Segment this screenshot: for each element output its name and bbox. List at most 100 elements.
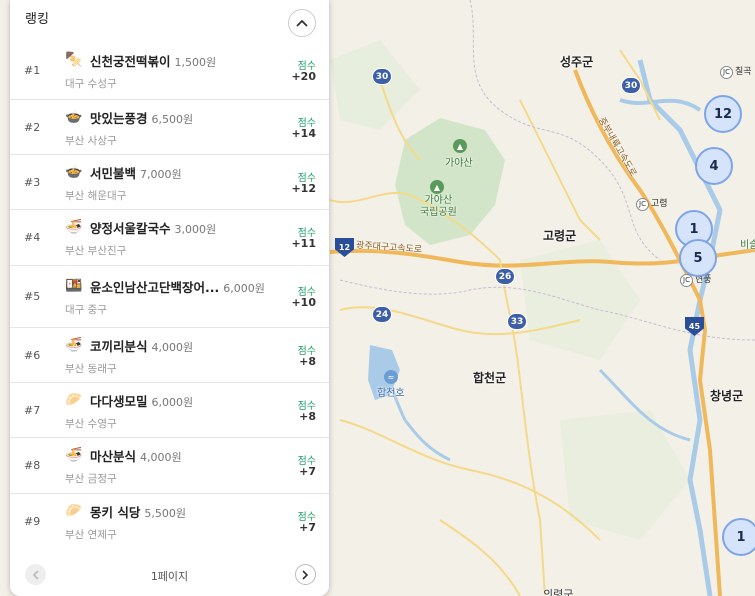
bowl-icon: 🍲 — [65, 164, 83, 180]
ranking-panel: 랭킹 #1 🍢 신천궁전떡볶이 1,500원 대구 수성구 점수 +20 #2 🍲 맛있는풍경 6,… — [10, 0, 329, 596]
map-label-gayasan-park: 가야산 국립공원 — [420, 195, 457, 218]
route-45-label: 45 — [688, 322, 701, 331]
map-cluster-marker[interactable]: 1 — [722, 518, 755, 556]
shop-price: 6,000원 — [223, 282, 265, 295]
shop-price: 1,500원 — [174, 56, 217, 69]
ranking-row[interactable]: #8 🍜 마산분식 4,000원 부산 금정구 점수 +7 — [10, 438, 329, 494]
rank-number: #3 — [24, 176, 41, 189]
noodle-icon: 🍜 — [65, 219, 83, 235]
shop-name-text: 신천궁전떡볶이 — [90, 54, 171, 69]
route-30-shield: 30 — [372, 68, 392, 85]
map-label-gayasan: 가야산 — [445, 158, 473, 169]
rank-number: #7 — [24, 404, 41, 417]
map-cluster-marker[interactable]: 4 — [695, 147, 733, 185]
pagination: 1페이지 — [10, 558, 329, 590]
ranking-row[interactable]: #1 🍢 신천궁전떡볶이 1,500원 대구 수성구 점수 +20 — [10, 42, 329, 100]
score-value: +14 — [291, 127, 316, 140]
score-value: +8 — [299, 410, 316, 423]
score-value: +12 — [291, 182, 316, 195]
route-24-shield: 24 — [372, 306, 392, 323]
ranking-row[interactable]: #3 🍲 서민불백 7,000원 부산 해운대구 점수 +12 — [10, 155, 329, 210]
shop-region: 부산 수영구 — [65, 418, 117, 430]
map-label-seongju: 성주군 — [560, 55, 594, 69]
collapse-button[interactable] — [288, 9, 316, 37]
skewer-icon: 🍢 — [65, 52, 83, 68]
shop-region: 부산 부산진구 — [65, 245, 127, 257]
page-indicator: 1페이지 — [150, 570, 189, 583]
map-label-changnyeong: 창녕군 — [710, 389, 744, 403]
shop-region: 부산 연제구 — [65, 529, 117, 541]
ranking-row[interactable]: #5 🍱 윤소인남산고단백장어... 6,000원 대구 중구 점수 +10 — [10, 266, 329, 328]
route-30-shield: 30 — [621, 77, 641, 94]
lake-icon: ≈ — [384, 370, 398, 384]
ranking-row[interactable]: #6 🍜 코끼리분식 4,000원 부산 동래구 점수 +8 — [10, 328, 329, 383]
rank-number: #6 — [24, 349, 41, 362]
map-label-goryeong: 고령군 — [543, 229, 577, 243]
next-page-button[interactable] — [295, 564, 316, 585]
ranking-row[interactable]: #7 🥟 다다생모밀 6,000원 부산 수영구 점수 +8 — [10, 383, 329, 438]
map-label-uiryeong: 의령군 — [543, 588, 574, 596]
ranking-row[interactable]: #4 🍜 양정서울칼국수 3,000원 부산 부산진구 점수 +11 — [10, 210, 329, 266]
shop-name: 서민불백 7,000원 — [90, 163, 182, 182]
shop-name-text: 코끼리분식 — [90, 339, 148, 354]
score-value: +7 — [299, 465, 316, 478]
map-label-biseul: 비슬 — [740, 240, 755, 251]
shop-name: 맛있는풍경 6,500원 — [90, 108, 193, 127]
map-label-hapcheon: 합천군 — [473, 371, 507, 385]
shop-name-text: 다다생모밀 — [90, 394, 148, 409]
score-value: +10 — [291, 296, 316, 309]
shop-name-text: 맛있는풍경 — [90, 111, 148, 126]
route-26-shield: 26 — [495, 268, 515, 285]
jc-chilgok-label: 칠곡 — [735, 67, 752, 77]
shop-region: 부산 금정구 — [65, 473, 117, 485]
mountain-icon: ▲ — [453, 139, 467, 153]
shop-name-text: 양정서울칼국수 — [90, 221, 171, 236]
ranking-panel-header: 랭킹 — [10, 0, 329, 40]
score-value: +7 — [299, 521, 316, 534]
jc-goryeong-label: 고령 — [651, 199, 668, 209]
jc-chilgok: JC 칠곡 — [720, 64, 752, 79]
shop-region: 대구 수성구 — [65, 78, 117, 90]
shop-region: 대구 중구 — [65, 304, 107, 316]
dumpling-icon: 🥟 — [65, 392, 83, 408]
rank-number: #1 — [24, 64, 41, 77]
shop-name-text: 서민불백 — [90, 166, 137, 181]
shop-name: 코끼리분식 4,000원 — [90, 336, 193, 355]
bowl-icon: 🍲 — [65, 109, 83, 125]
shop-region: 부산 동래구 — [65, 363, 117, 375]
rank-number: #9 — [24, 515, 41, 528]
shop-name: 다다생모밀 6,000원 — [90, 391, 193, 410]
eel-icon: 🍱 — [65, 278, 83, 294]
shop-name: 양정서울칼국수 3,000원 — [90, 218, 216, 237]
noodle-icon: 🍜 — [65, 337, 83, 353]
score-value: +20 — [291, 70, 316, 83]
route-12-label: 12 — [338, 243, 351, 252]
jc-goryeong: JC 고령 — [636, 196, 668, 211]
shop-name: 몽키 식당 5,500원 — [90, 502, 186, 521]
ranking-row[interactable]: #9 🥟 몽키 식당 5,500원 부산 연제구 점수 +7 — [10, 494, 329, 549]
shop-region: 부산 사상구 — [65, 135, 117, 147]
map-cluster-marker[interactable]: 5 — [679, 239, 717, 277]
panel-title: 랭킹 — [25, 12, 49, 27]
noodle-icon: 🍜 — [65, 447, 83, 463]
dumpling-icon: 🥟 — [65, 503, 83, 519]
shop-name-text: 마산분식 — [90, 449, 137, 464]
shop-price: 5,500원 — [144, 507, 186, 520]
chevron-right-icon — [302, 569, 309, 580]
shop-price: 6,000원 — [151, 396, 194, 409]
ranking-row[interactable]: #2 🍲 맛있는풍경 6,500원 부산 사상구 점수 +14 — [10, 100, 329, 155]
shop-price: 6,500원 — [151, 113, 194, 126]
shop-name: 윤소인남산고단백장어... 6,000원 — [90, 277, 265, 296]
score-value: +8 — [299, 355, 316, 368]
score-value: +11 — [291, 237, 316, 250]
rank-number: #5 — [24, 290, 41, 303]
shop-name: 신천궁전떡볶이 1,500원 — [90, 51, 216, 70]
rank-number: #8 — [24, 459, 41, 472]
route-33-shield: 33 — [507, 313, 527, 330]
shop-name-text: 몽키 식당 — [90, 505, 141, 520]
park-icon: ▲ — [430, 180, 444, 194]
shop-price: 4,000원 — [140, 451, 182, 464]
shop-name: 마산분식 4,000원 — [90, 446, 182, 465]
rank-number: #4 — [24, 231, 41, 244]
map-cluster-marker[interactable]: 12 — [704, 95, 742, 133]
